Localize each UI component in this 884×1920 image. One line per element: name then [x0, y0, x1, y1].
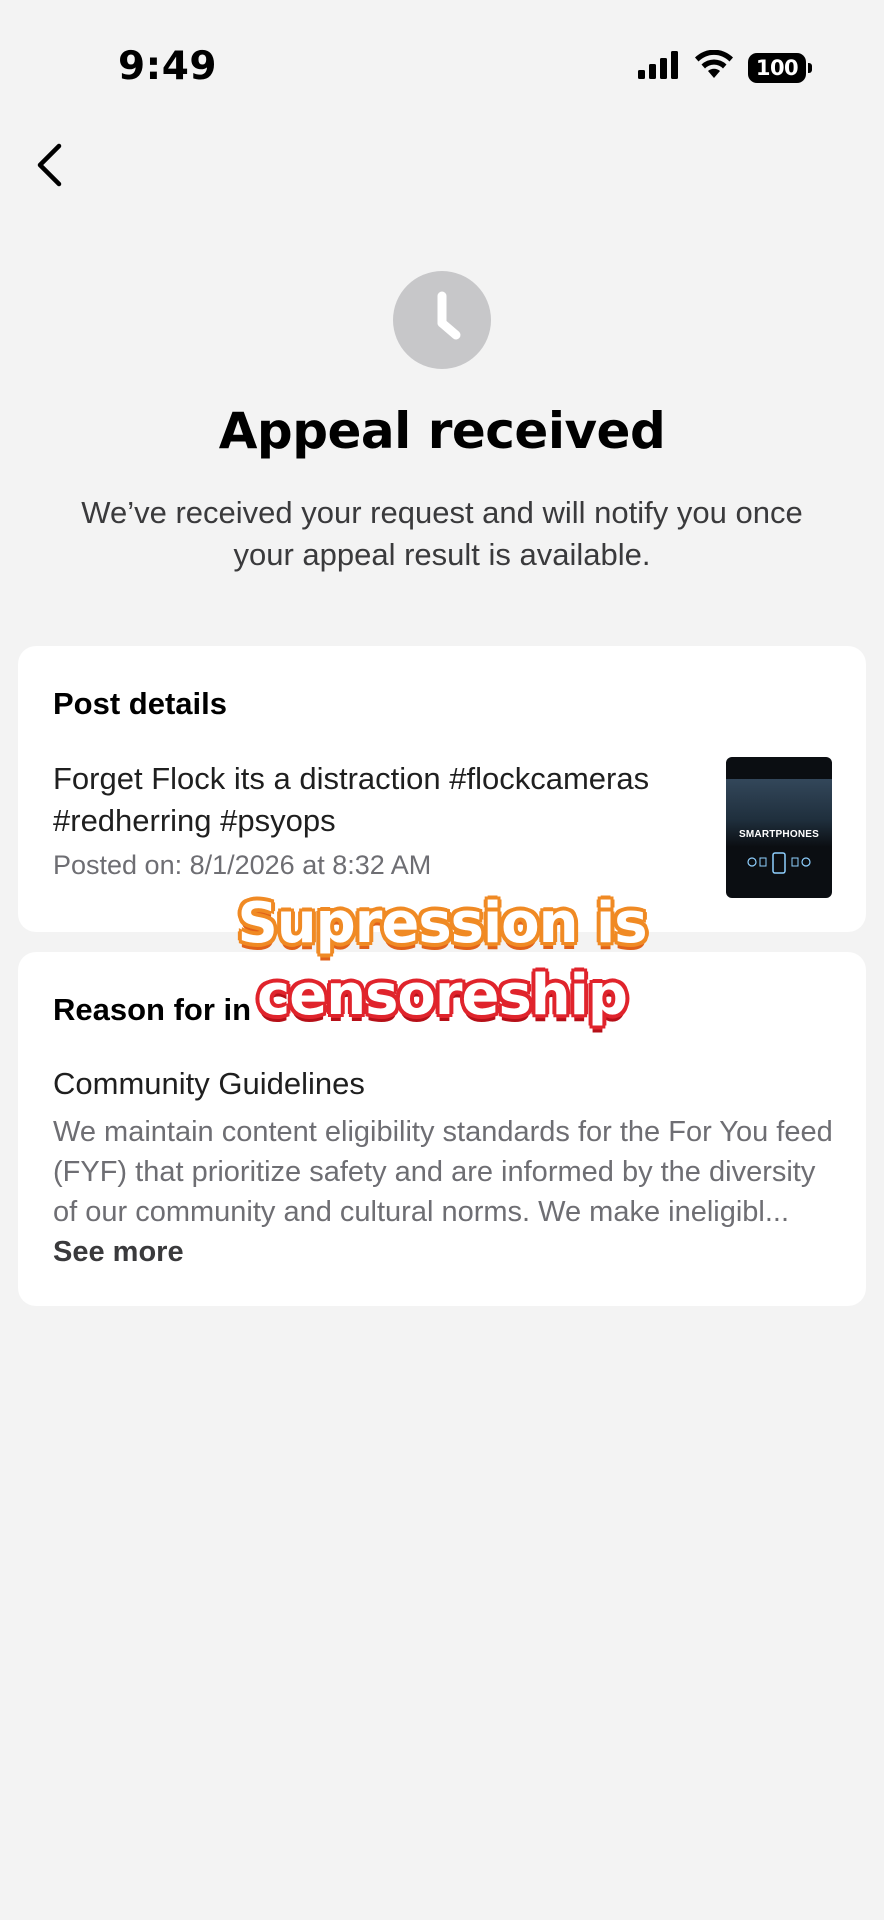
caption-line-2: censoreship: [257, 963, 628, 1028]
clock-icon: [393, 271, 491, 369]
chevron-left-icon: [37, 143, 62, 187]
reason-title: Community Guidelines: [53, 1066, 365, 1101]
appeal-received-screen: 9:49 100 Appeal received We’ve received …: [0, 0, 884, 1920]
overlay-caption: Supression is censoreship: [0, 888, 884, 1032]
battery-level: 100: [755, 55, 799, 80]
battery-indicator: 100: [748, 52, 812, 83]
caption-line-1: Supression is: [237, 891, 647, 956]
thumbnail-label: SMARTPHONES: [739, 829, 819, 840]
page-title: Appeal received: [218, 402, 666, 460]
post-details-heading: Post details: [53, 686, 227, 721]
reason-description-text: We maintain content eligibility standard…: [53, 1116, 833, 1228]
see-more-link[interactable]: See more: [53, 1236, 184, 1268]
wifi-icon: [694, 49, 734, 85]
phone-icon: [747, 852, 811, 874]
post-date: Posted on: 8/1/2026 at 8:32 AM: [53, 850, 432, 880]
back-button[interactable]: [28, 140, 70, 190]
post-thumbnail[interactable]: SMARTPHONES: [726, 757, 832, 898]
page-subtitle: We’ve received your request and will not…: [81, 495, 803, 572]
status-time: 9:49: [118, 44, 218, 89]
status-icons: 100: [638, 49, 812, 85]
post-caption: Forget Flock its a distraction #flockcam…: [53, 761, 650, 838]
reason-description: We maintain content eligibility standard…: [53, 1112, 843, 1272]
cellular-signal-icon: [638, 51, 680, 84]
